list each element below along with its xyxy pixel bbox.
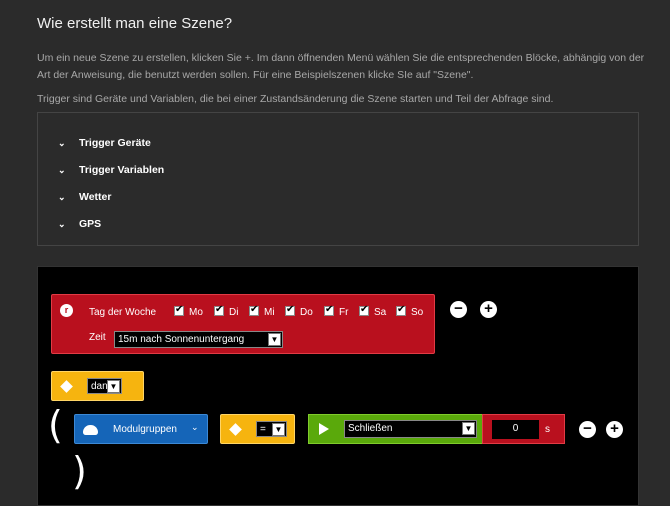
time-select-value: 15m nach Sonnenuntergang (118, 334, 245, 345)
add-trigger-button[interactable]: + (480, 301, 497, 318)
chevron-down-icon: ⌄ (58, 191, 66, 202)
diamond-icon (229, 423, 242, 436)
play-icon (319, 423, 329, 435)
action-select[interactable]: Schließen ▼ (344, 420, 477, 438)
operator-block[interactable]: = ▼ (220, 414, 295, 444)
chevron-down-icon: ⌄ (58, 137, 66, 148)
trigger-accordion: ⌄ Trigger Geräte ⌄ Trigger Variablen ⌄ W… (37, 112, 639, 246)
chevron-down-icon: ▼ (268, 333, 281, 346)
day-label-mo: Mo (189, 307, 203, 318)
accordion-item-wetter[interactable]: ⌄ Wetter (58, 191, 111, 203)
action-select-value: Schließen (348, 423, 393, 434)
accordion-item-label: Trigger Geräte (79, 137, 151, 149)
intro-text: Um ein neue Szene zu erstellen, klicken … (37, 52, 645, 81)
time-select[interactable]: 15m nach Sonnenuntergang ▼ (114, 331, 283, 348)
delay-unit: s (545, 424, 550, 435)
diamond-icon (60, 380, 73, 393)
day-label-so: So (411, 307, 424, 318)
trigger-info-text: Trigger sind Geräte und Variablen, die b… (37, 93, 554, 105)
operator-select[interactable]: = ▼ (256, 421, 287, 437)
delay-block: 0 s (482, 414, 565, 444)
scene-editor: r Tag der Woche Mo Di Mi Do Fr Sa So Zei… (37, 266, 639, 506)
open-paren: ( (48, 403, 63, 447)
day-label-fr: Fr (339, 307, 349, 318)
day-checkbox-sa[interactable] (359, 304, 369, 316)
module-groups-button[interactable]: Modulgruppen ⌄ (74, 414, 208, 444)
module-groups-label: Modulgruppen (113, 424, 177, 435)
cloud-icon (83, 425, 98, 435)
day-checkbox-so[interactable] (396, 304, 406, 316)
day-checkbox-di[interactable] (214, 304, 224, 316)
action-block[interactable]: Schließen ▼ (308, 414, 483, 444)
accordion-item-trigger-variablen[interactable]: ⌄ Trigger Variablen (58, 164, 164, 176)
day-label-di: Di (229, 307, 239, 318)
clock-icon: r (60, 304, 73, 317)
day-checkbox-mi[interactable] (249, 304, 259, 316)
day-label-sa: Sa (374, 307, 387, 318)
day-checkbox-do[interactable] (285, 304, 295, 316)
then-block[interactable]: dann ▼ (51, 371, 144, 401)
operator-select-value: = (260, 424, 266, 435)
close-paren: ) (72, 449, 87, 493)
day-of-week-label: Tag der Woche (89, 307, 157, 318)
add-action-button[interactable]: + (606, 421, 623, 438)
chevron-down-icon: ▼ (462, 422, 475, 435)
accordion-item-label: Wetter (79, 191, 112, 203)
accordion-item-label: GPS (79, 218, 102, 230)
chevron-down-icon: ▼ (272, 423, 285, 436)
day-checkbox-mo[interactable] (174, 304, 184, 316)
accordion-item-trigger-geraete[interactable]: ⌄ Trigger Geräte (58, 137, 151, 149)
chevron-down-icon: ⌄ (58, 164, 66, 175)
day-checkbox-fr[interactable] (324, 304, 334, 316)
then-select[interactable]: dann ▼ (87, 378, 122, 394)
page-title: Wie erstellt man eine Szene? (37, 15, 233, 32)
chevron-down-icon: ⌄ (191, 422, 199, 432)
accordion-item-label: Trigger Variablen (79, 164, 165, 176)
chevron-down-icon: ⌄ (58, 218, 66, 229)
day-label-mi: Mi (264, 307, 275, 318)
day-label-do: Do (300, 307, 313, 318)
delay-input[interactable]: 0 (492, 420, 539, 439)
remove-trigger-button[interactable]: − (450, 301, 467, 318)
chevron-down-icon: ▼ (107, 380, 120, 393)
time-trigger-block[interactable]: r Tag der Woche Mo Di Mi Do Fr Sa So Zei… (51, 294, 435, 354)
remove-action-button[interactable]: − (579, 421, 596, 438)
accordion-item-gps[interactable]: ⌄ GPS (58, 218, 101, 230)
time-label: Zeit (89, 332, 106, 343)
